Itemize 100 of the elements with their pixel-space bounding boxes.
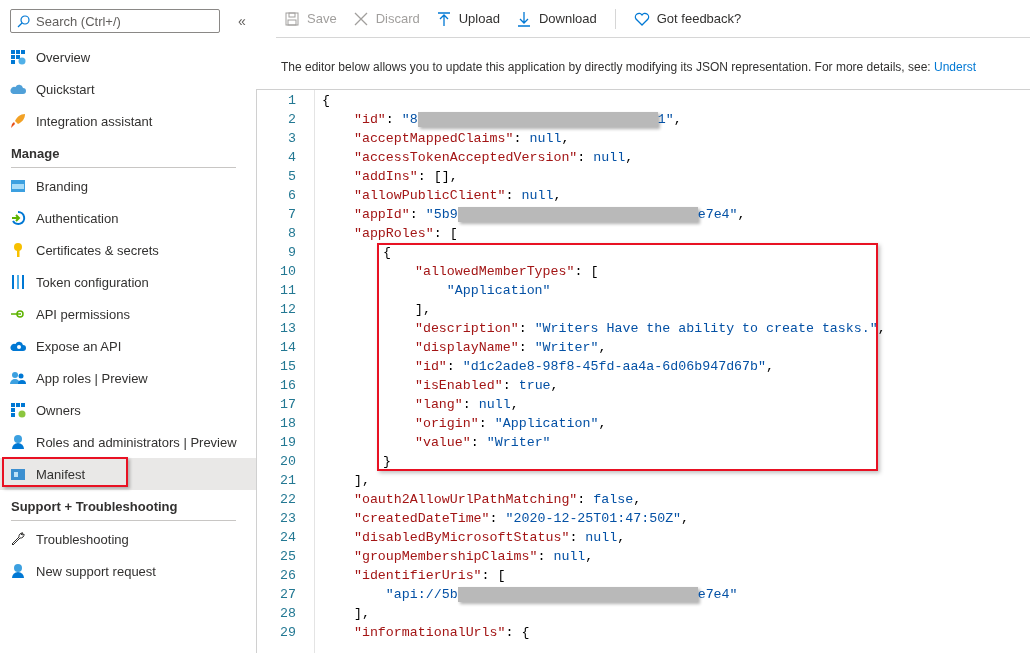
rocket-icon <box>10 113 26 129</box>
code-text: 1", <box>657 111 682 129</box>
person-icon <box>10 563 26 579</box>
line-number: 11 <box>279 282 297 300</box>
code-line: { <box>322 92 330 110</box>
line-number: 16 <box>279 377 297 395</box>
code-text: "api://5b <box>384 586 458 604</box>
code-line: "origin": "Application", <box>413 415 607 433</box>
nav-item[interactable]: New support request <box>0 555 256 587</box>
bars-icon <box>10 274 26 290</box>
code-text: e7e4" <box>697 586 738 604</box>
person-icon <box>10 434 26 450</box>
grid-icon <box>10 402 26 418</box>
code-line: "value": "Writer" <box>413 434 551 452</box>
code-line: "allowedMemberTypes": [ <box>413 263 599 281</box>
search-field[interactable]: Search (Ctrl+/) <box>10 9 220 33</box>
description-text: The editor below allows you to update this application by directly modifying its JSON representation. For more details, see: Underst <box>281 60 978 76</box>
line-number: 13 <box>279 320 297 338</box>
collapse-button[interactable]: « <box>234 13 250 29</box>
heart-icon <box>633 10 650 27</box>
code-line: "addIns": [], <box>352 168 458 186</box>
window-icon <box>10 466 26 482</box>
line-number: 14 <box>279 339 297 357</box>
nav-item[interactable]: App roles | Preview <box>0 362 256 394</box>
section-heading: Support + Troubleshooting <box>11 499 236 521</box>
toolbar-button[interactable]: Upload <box>435 10 500 27</box>
line-number: 17 <box>279 396 297 414</box>
nav-item[interactable]: API permissions <box>0 298 256 330</box>
code-line: "oauth2AllowUrlPathMatching": false, <box>352 491 642 509</box>
nav-item[interactable]: Troubleshooting <box>0 523 256 555</box>
nav-item[interactable]: Manifest <box>0 458 256 490</box>
code-line: "acceptMappedClaims": null, <box>352 130 570 148</box>
code-line: } <box>383 453 391 471</box>
line-number: 2 <box>287 111 297 129</box>
line-number: 21 <box>279 472 297 490</box>
download-icon <box>515 10 532 27</box>
code-line: "groupMembershipClaims": null, <box>352 548 594 566</box>
line-number: 6 <box>287 187 297 205</box>
nav-item[interactable]: Expose an API <box>0 330 256 362</box>
line-number: 29 <box>279 624 297 642</box>
line-number: 9 <box>287 244 297 262</box>
upload-icon <box>435 10 452 27</box>
nav-item[interactable]: Owners <box>0 394 256 426</box>
code-text: "appId": "5b9 <box>352 206 458 224</box>
code-text: e7e4", <box>697 206 746 224</box>
code-text: "id": "8 <box>352 111 418 129</box>
line-number: 3 <box>287 130 297 148</box>
code-line: "lang": null, <box>413 396 519 414</box>
line-number: 4 <box>287 149 297 167</box>
grid-icon <box>10 49 26 65</box>
docs-link[interactable]: Underst <box>934 60 977 74</box>
line-number: 18 <box>279 415 297 433</box>
toolbar-button[interactable]: Download <box>515 10 597 27</box>
code-line: "id": "d1c2ade8-98f8-45fd-aa4a-6d06b947d67b", <box>413 358 774 376</box>
toolbar-button[interactable]: Got feedback? <box>633 10 742 27</box>
nav-item[interactable]: Token configuration <box>0 266 256 298</box>
arrow-circle-icon <box>10 210 26 226</box>
section-heading: Manage <box>11 146 236 168</box>
code-line: { <box>383 244 391 262</box>
nav-item[interactable]: Authentication <box>0 202 256 234</box>
save-icon <box>284 10 300 27</box>
nav-item[interactable]: Branding <box>0 170 256 202</box>
code-line: "accessTokenAcceptedVersion": null, <box>352 149 634 167</box>
line-number: 8 <box>287 225 297 243</box>
line-number: 24 <box>279 529 297 547</box>
code-line: "description": "Writers Have the ability to create tasks.", <box>413 320 886 338</box>
code-line: "isEnabled": true, <box>413 377 559 395</box>
search-icon <box>17 15 30 28</box>
code-line: "displayName": "Writer", <box>413 339 607 357</box>
line-number: 27 <box>279 586 297 604</box>
wrench-icon <box>10 531 26 547</box>
nav-item[interactable]: Overview <box>0 41 256 73</box>
line-number: 19 <box>279 434 297 452</box>
line-number: 7 <box>287 206 297 224</box>
line-number: 23 <box>279 510 297 528</box>
line-number: 10 <box>279 263 297 281</box>
code-line: ], <box>413 301 431 319</box>
code-line: "appRoles": [ <box>352 225 458 243</box>
close-icon <box>352 10 369 27</box>
nav-item[interactable]: Roles and administrators | Preview <box>0 426 256 458</box>
code-line: "disabledByMicrosoftStatus": null, <box>352 529 626 547</box>
line-number: 25 <box>279 548 297 566</box>
code-line: "allowPublicClient": null, <box>352 187 562 205</box>
nav-item[interactable]: Quickstart <box>0 73 256 105</box>
code-line: "identifierUris": [ <box>352 567 506 585</box>
code-line: ], <box>352 472 370 490</box>
line-number: 1 <box>287 92 297 110</box>
line-number: 15 <box>279 358 297 376</box>
window-icon <box>10 178 26 194</box>
people-icon <box>10 370 26 386</box>
line-number: 5 <box>287 168 297 186</box>
code-line: "Application" <box>445 282 551 300</box>
nav-item[interactable]: Integration assistant <box>0 105 256 137</box>
nav-item[interactable]: Certificates & secrets <box>0 234 256 266</box>
line-number: 12 <box>279 301 297 319</box>
code-line: "informationalUrls": { <box>352 624 530 642</box>
line-number: 28 <box>279 605 297 623</box>
line-number: 26 <box>279 567 297 585</box>
code-line: ], <box>352 605 370 623</box>
line-number: 22 <box>279 491 297 509</box>
